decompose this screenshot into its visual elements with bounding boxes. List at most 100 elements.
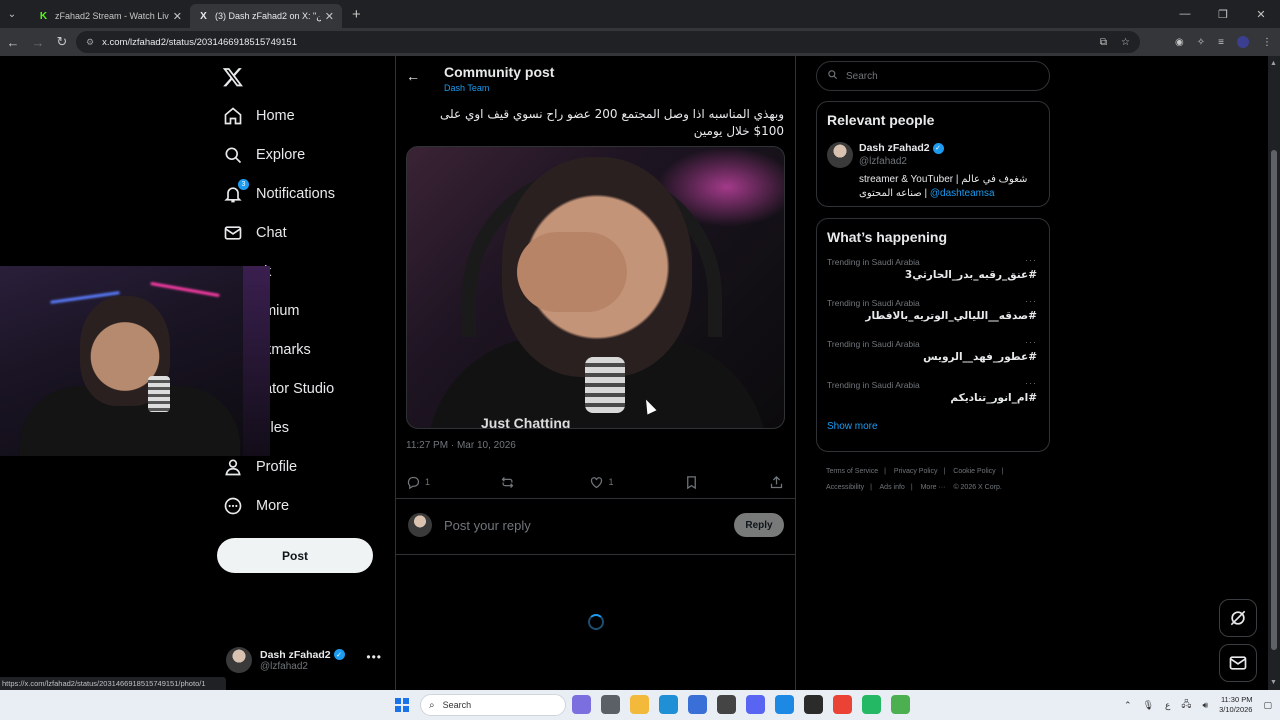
close-window-icon[interactable]: ✕ — [1242, 0, 1280, 28]
scroll-up-icon[interactable]: ▲ — [1270, 60, 1277, 67]
x-favicon-icon: X — [200, 10, 207, 22]
image-microphone — [585, 357, 625, 413]
chevron-up-icon[interactable]: ⌃ — [1124, 700, 1132, 711]
trend-item[interactable]: Trending in Saudi Arabia ··· #صدقه__اللي… — [827, 292, 1039, 333]
windows-start-icon[interactable] — [395, 698, 409, 712]
bookmark-action[interactable] — [684, 475, 699, 490]
footer-link[interactable]: Accessibility — [826, 484, 864, 491]
microphone-icon[interactable]: 🎙︎ — [1143, 700, 1154, 711]
address-bar[interactable]: ⚙ x.com/lzfahad2/status/2031466918515749… — [76, 31, 1140, 53]
show-more-link[interactable]: Show more — [827, 421, 1039, 432]
trend-more-icon[interactable]: ··· — [1025, 337, 1037, 347]
discord-app-icon[interactable] — [746, 695, 765, 714]
trend-item[interactable]: Trending in Saudi Arabia ··· #عنق_رقبه_ب… — [827, 251, 1039, 292]
trend-more-icon[interactable]: ··· — [1025, 378, 1037, 388]
back-arrow-icon[interactable]: ← — [0, 30, 26, 54]
grok-icon — [1230, 610, 1246, 626]
footer-link[interactable]: Ads info — [880, 484, 905, 491]
nav-home[interactable]: Home — [222, 96, 392, 135]
network-icon[interactable]: 🖧 — [1181, 697, 1191, 713]
extension-icon[interactable]: ◉ — [1175, 37, 1184, 48]
clock[interactable]: 11:30 PM 3/10/2026 — [1219, 695, 1252, 715]
nav-label: Profile — [256, 458, 298, 475]
edge-browser-icon[interactable] — [659, 695, 678, 714]
account-switcher[interactable]: Dash zFahad2 ✓ @lzfahad2 ••• — [226, 644, 386, 676]
terminal-app-icon[interactable] — [804, 695, 823, 714]
maximize-icon[interactable]: ❐ — [1204, 0, 1242, 28]
language-indicator[interactable]: ع — [1165, 700, 1170, 711]
app-icon[interactable] — [717, 695, 736, 714]
forward-arrow-icon[interactable]: → — [26, 30, 50, 54]
minimize-icon[interactable]: — — [1166, 0, 1204, 28]
copilot-app-icon[interactable] — [572, 695, 591, 714]
install-app-icon[interactable]: ⧉ — [1100, 37, 1107, 48]
back-arrow-icon[interactable]: ← — [406, 68, 420, 84]
bookmark-star-icon[interactable]: ☆ — [1121, 37, 1130, 48]
search-input[interactable]: Search — [816, 61, 1050, 91]
footer-link[interactable]: More ··· — [921, 484, 946, 491]
volume-icon[interactable]: 🔊︎ — [1202, 700, 1208, 711]
store-app-icon[interactable] — [688, 695, 707, 714]
post-button[interactable]: Post — [217, 538, 373, 573]
nav-chat[interactable]: Chat — [222, 213, 392, 252]
media-caption: Just Chatting — [481, 415, 571, 429]
footer-link[interactable]: Cookie Policy — [953, 468, 995, 475]
trend-more-icon[interactable]: ··· — [1025, 296, 1037, 306]
post-timestamp[interactable]: 11:27 PM · Mar 10, 2026 — [406, 440, 516, 451]
taskbar-search[interactable]: ⌕ Search — [420, 694, 566, 716]
app-icon[interactable] — [862, 695, 881, 714]
post-image[interactable]: Just Chatting — [406, 146, 785, 429]
repost-action[interactable] — [500, 475, 519, 490]
x-logo-icon[interactable] — [222, 66, 246, 90]
post-column: ← Community post Dash Team وبهذي المناسب… — [396, 56, 795, 690]
site-info-icon[interactable]: ⚙ — [86, 37, 94, 48]
task-view-icon[interactable] — [601, 695, 620, 714]
tab-x-post[interactable]: X (3) Dash zFahad2 on X: "يومين ✕ — [190, 4, 342, 28]
trend-item[interactable]: Trending in Saudi Arabia ··· #ام_انور_تن… — [827, 374, 1039, 415]
grok-fab-button[interactable] — [1219, 599, 1257, 637]
profile-avatar-icon[interactable] — [1237, 36, 1249, 48]
bio-link[interactable]: @dashteamsa — [930, 188, 995, 199]
scroll-down-icon[interactable]: ▼ — [1270, 679, 1277, 686]
nav-explore[interactable]: Explore — [222, 135, 392, 174]
chrome-app-icon[interactable] — [833, 695, 852, 714]
page-scrollbar[interactable]: ▲ ▼ — [1268, 56, 1280, 690]
reading-list-icon[interactable]: ≡ — [1218, 37, 1224, 48]
relevant-person[interactable]: Dash zFahad2 ✓ @lzfahad2 streamer & YouTu… — [827, 142, 1039, 206]
tab-search-button[interactable]: ⌄ — [2, 4, 22, 24]
file-explorer-icon[interactable] — [630, 695, 649, 714]
footer-link[interactable]: Terms of Service — [826, 468, 878, 475]
app-icon[interactable] — [775, 695, 794, 714]
community-link[interactable]: Dash Team — [444, 83, 489, 93]
reload-icon[interactable]: ↻ — [50, 30, 74, 54]
share-action[interactable] — [769, 475, 784, 490]
reply-action[interactable]: 1 — [406, 475, 430, 490]
microphone-icon — [148, 376, 170, 412]
new-tab-plus-icon[interactable]: + — [352, 6, 361, 23]
like-action[interactable]: 1 — [589, 475, 614, 490]
trend-item[interactable]: Trending in Saudi Arabia ··· #عطور_فهد__… — [827, 333, 1039, 374]
search-icon — [827, 69, 838, 83]
nav-more[interactable]: More — [222, 486, 392, 525]
reply-input[interactable]: Post your reply — [444, 518, 734, 533]
reply-button[interactable]: Reply — [734, 513, 784, 537]
notification-badge: 3 — [238, 178, 249, 190]
like-count: 1 — [608, 477, 614, 487]
notification-bell-icon[interactable]: ▢ — [1263, 700, 1272, 711]
person-handle: @lzfahad2 — [859, 156, 907, 167]
tab-kick-stream[interactable]: K zFahad2 Stream - Watch Live o ✕ — [30, 4, 190, 28]
account-more-icon[interactable]: ••• — [366, 650, 382, 664]
scroll-thumb[interactable] — [1271, 150, 1277, 650]
footer-link[interactable]: Privacy Policy — [894, 468, 938, 475]
nav-notifications[interactable]: 3 Notifications — [222, 174, 392, 213]
messages-fab-button[interactable] — [1219, 644, 1257, 682]
minecraft-app-icon[interactable] — [891, 695, 910, 714]
trend-tag: #صدقه__الليالي_الوتريه_بالافطار — [865, 310, 1037, 322]
tab-close-icon[interactable]: ✕ — [325, 10, 334, 23]
puzzle-extensions-icon[interactable]: ✧ — [1197, 37, 1205, 48]
tab-close-icon[interactable]: ✕ — [173, 10, 182, 23]
card-title: Relevant people — [827, 112, 935, 128]
person-icon — [222, 456, 244, 478]
trend-more-icon[interactable]: ··· — [1025, 255, 1037, 265]
kebab-menu-icon[interactable]: ⋮ — [1262, 37, 1272, 48]
